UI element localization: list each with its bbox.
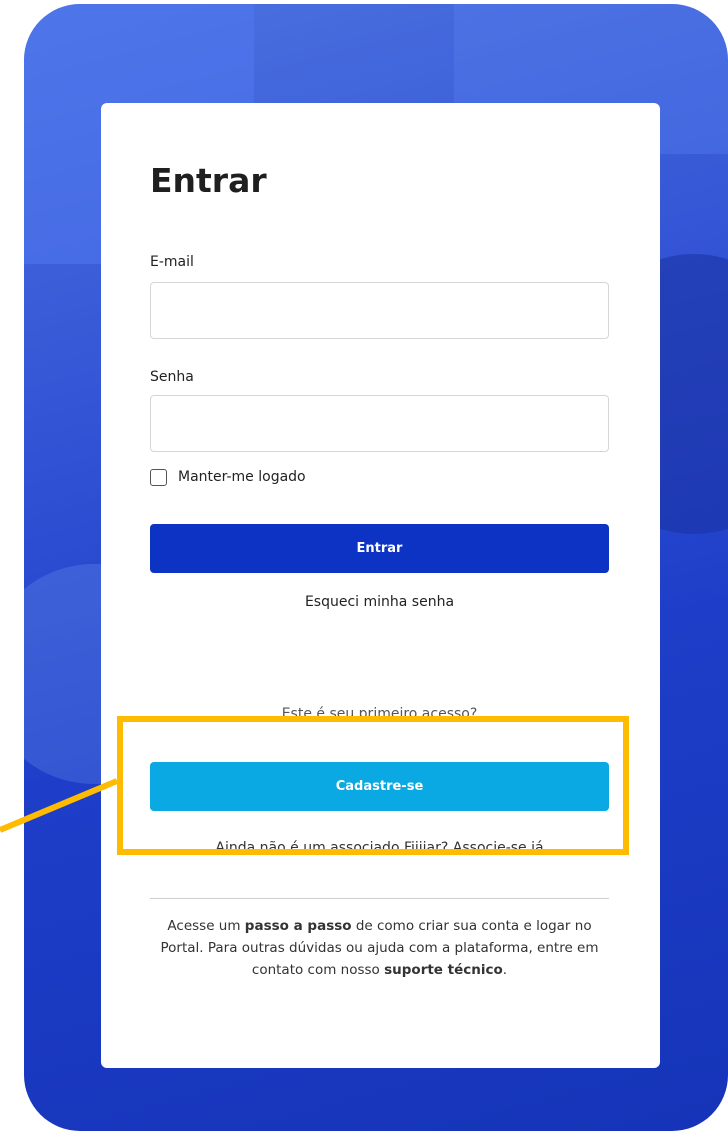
divider (150, 898, 609, 899)
tutorial-link[interactable]: passo a passo (245, 918, 352, 934)
support-link[interactable]: suporte técnico (384, 962, 503, 978)
password-field[interactable] (150, 395, 609, 452)
email-label: E-mail (150, 254, 194, 270)
email-field[interactable] (150, 282, 609, 339)
help-text-part: Acesse um (167, 918, 245, 934)
remember-label: Manter-me logado (178, 469, 306, 485)
password-label: Senha (150, 369, 194, 385)
login-card: Entrar E-mail Senha Manter-me logado Ent… (101, 103, 660, 1068)
help-text-part: . (502, 962, 508, 978)
forgot-password-link[interactable]: Esqueci minha senha (150, 594, 609, 610)
highlight-box (117, 716, 629, 855)
help-text: Acesse um passo a passo de como criar su… (150, 915, 609, 981)
login-button[interactable]: Entrar (150, 524, 609, 573)
remember-me[interactable]: Manter-me logado (150, 467, 306, 487)
page-title: Entrar (150, 161, 267, 200)
remember-checkbox[interactable] (150, 468, 167, 486)
